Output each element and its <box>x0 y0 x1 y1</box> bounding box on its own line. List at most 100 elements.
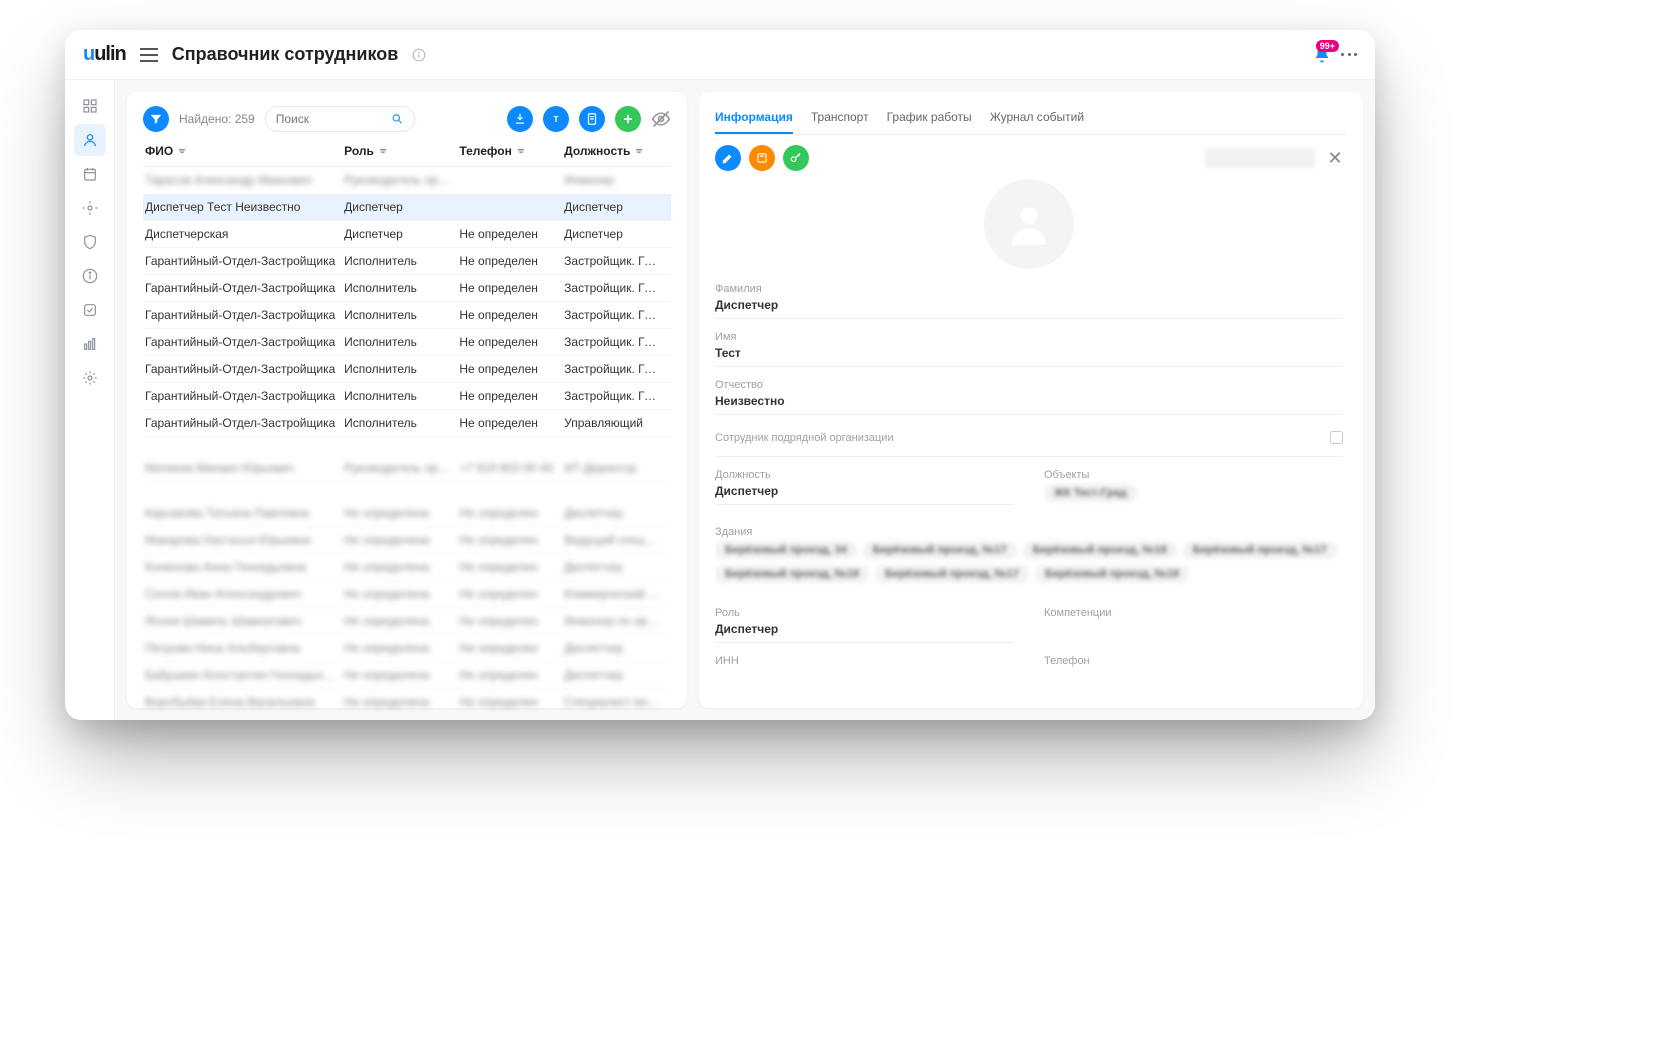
label-competencies: Компетенции <box>1044 607 1343 619</box>
app-window: uulin Справочник сотрудников 99+ Найдено… <box>65 30 1375 720</box>
rail-item-shield[interactable] <box>74 226 106 258</box>
notifications-button[interactable]: 99+ <box>1313 46 1331 64</box>
table-row[interactable]: Конюхова Анна ГеннадьевнаНе определенаНе… <box>143 554 671 581</box>
table-row[interactable]: Тарасов Александр ИвановичРуководитель п… <box>143 167 671 194</box>
filter-button[interactable] <box>143 106 169 132</box>
cell-fio: Гарантийный-Отдел-Застройщика <box>145 335 344 349</box>
page-title: Справочник сотрудников <box>172 44 399 65</box>
cell-fio: Воробьёва Елена Васильевна <box>145 695 344 709</box>
rail-item-staff[interactable] <box>74 124 106 156</box>
label-inn: ИНН <box>715 655 1014 667</box>
tab-info[interactable]: Информация <box>715 102 793 134</box>
label-phone: Телефон <box>1044 655 1343 667</box>
cell-fio: Гарантийный-Отдел-Застройщика <box>145 308 344 322</box>
cell-role: Диспетчер <box>344 227 459 241</box>
table-row[interactable]: Гарантийный-Отдел-ЗастройщикаИсполнитель… <box>143 356 671 383</box>
table-row[interactable]: Петрова Нина АльбертовнаНе определенаНе … <box>143 635 671 662</box>
more-menu-button[interactable] <box>1341 53 1357 56</box>
table-row[interactable]: Гарантийный-Отдел-ЗастройщикаИсполнитель… <box>143 275 671 302</box>
sort-icon <box>516 146 526 156</box>
export-button[interactable] <box>507 106 533 132</box>
table-row[interactable]: Силов Иван АлександровичНе определенаНе … <box>143 581 671 608</box>
cell-position: Диспетчер <box>564 200 669 214</box>
table-row[interactable]: Воробьёва Елена ВасильевнаНе определенаН… <box>143 689 671 716</box>
sort-icon <box>378 146 388 156</box>
table-row[interactable]: Гарантийный-Отдел-ЗастройщикаИсполнитель… <box>143 410 671 437</box>
search-input-wrapper[interactable] <box>265 106 415 132</box>
table-row[interactable]: Гарантийный-Отдел-ЗастройщикаИсполнитель… <box>143 383 671 410</box>
add-button[interactable] <box>615 106 641 132</box>
table-row[interactable]: Матвеев Михаил ЮрьевичРуководитель проек… <box>143 455 671 482</box>
archive-button[interactable] <box>749 145 775 171</box>
rail-item-calendar[interactable] <box>74 158 106 190</box>
cell-phone: Не определен <box>459 533 564 547</box>
tab-schedule[interactable]: График работы <box>887 102 972 134</box>
col-phone[interactable]: Телефон <box>459 144 564 158</box>
value-buildings: Берёзовый проезд, 34 Берёзовый проезд, №1… <box>715 541 1343 595</box>
table-row[interactable]: Макарова Настасья ЮрьевнаНе определенаНе… <box>143 527 671 554</box>
rail-item-checkbox[interactable] <box>74 294 106 326</box>
template-button[interactable]: T <box>543 106 569 132</box>
cell-role: Исполнитель <box>344 416 459 430</box>
col-role[interactable]: Роль <box>344 144 459 158</box>
table-row[interactable]: Карсакова Татьяна ПавловнаНе определенаН… <box>143 500 671 527</box>
rail-item-dashboard[interactable] <box>74 90 106 122</box>
table-row[interactable]: Диспетчер Тест НеизвестноДиспетчерДиспет… <box>143 194 671 221</box>
cell-phone: Не определен <box>459 668 564 682</box>
building-chip: Берёзовый проезд, №17 <box>875 565 1029 583</box>
cell-position: Инженер по автомат <box>564 614 669 628</box>
key-button[interactable] <box>783 145 809 171</box>
cell-fio: Диспетчер Тест Неизвестно <box>145 200 344 214</box>
rail-item-settings-mini[interactable] <box>74 192 106 224</box>
table-row[interactable]: ДиспетчерскаяДиспетчерНе определенДиспет… <box>143 221 671 248</box>
table-row[interactable]: Гарантийный-Отдел-ЗастройщикаИсполнитель… <box>143 329 671 356</box>
archive-icon <box>755 151 769 165</box>
cell-phone: Не определен <box>459 281 564 295</box>
value-middlename: Неизвестно <box>715 394 1343 415</box>
col-fio[interactable]: ФИО <box>145 144 344 158</box>
cell-position: Управляющий <box>564 416 669 430</box>
building-chip: Берёзовый проезд, №18 <box>1023 541 1177 559</box>
cell-phone: Не определен <box>459 614 564 628</box>
menu-toggle-icon[interactable] <box>140 48 158 62</box>
detail-tabs: Информация Транспорт График работы Журна… <box>715 102 1347 135</box>
doc-button[interactable] <box>579 106 605 132</box>
cell-phone: Не определен <box>459 587 564 601</box>
cell-position: Диспетчер <box>564 641 669 655</box>
cell-fio: Петрова Нина Альбертовна <box>145 641 344 655</box>
cell-phone: Не определен <box>459 560 564 574</box>
cell-fio: Тарасов Александр Иванович <box>145 173 344 187</box>
contractor-checkbox[interactable] <box>1330 431 1343 444</box>
cell-phone: Не определен <box>459 362 564 376</box>
value-inn <box>715 670 1014 676</box>
info-icon[interactable] <box>412 48 426 62</box>
svg-text:T: T <box>554 115 559 124</box>
edit-button[interactable] <box>715 145 741 171</box>
col-position[interactable]: Должность <box>564 144 669 158</box>
status-placeholder <box>1205 148 1315 168</box>
template-icon: T <box>549 112 563 126</box>
visibility-toggle-icon[interactable] <box>651 109 671 129</box>
detail-header: ✕ <box>715 145 1347 171</box>
cell-role: Исполнитель <box>344 335 459 349</box>
table-row[interactable]: Гарантийный-Отдел-ЗастройщикаИсполнитель… <box>143 302 671 329</box>
close-detail-button[interactable]: ✕ <box>1323 146 1347 170</box>
value-role: Диспетчер <box>715 622 1014 643</box>
tab-log[interactable]: Журнал событий <box>990 102 1084 134</box>
label-middlename: Отчество <box>715 379 1343 391</box>
person-icon <box>1004 199 1054 249</box>
value-firstname: Тест <box>715 346 1343 367</box>
cell-position: Застройщик. Гарант <box>564 308 669 322</box>
table-row[interactable]: Яснев Шамиль ШамкатовичНе определенаНе о… <box>143 608 671 635</box>
table-row[interactable]: Бабушкин Константин ГеннадьевичНе опреде… <box>143 662 671 689</box>
search-input[interactable] <box>276 112 391 126</box>
tab-transport[interactable]: Транспорт <box>811 102 869 134</box>
label-lastname: Фамилия <box>715 283 1343 295</box>
rail-item-chart[interactable] <box>74 328 106 360</box>
label-contractor: Сотрудник подрядной организации <box>715 432 894 444</box>
rail-item-gear[interactable] <box>74 362 106 394</box>
app-header: uulin Справочник сотрудников 99+ <box>65 30 1375 80</box>
rail-item-info[interactable] <box>74 260 106 292</box>
building-chip: Берёзовый проезд, 34 <box>715 541 857 559</box>
table-row[interactable]: Гарантийный-Отдел-ЗастройщикаИсполнитель… <box>143 248 671 275</box>
